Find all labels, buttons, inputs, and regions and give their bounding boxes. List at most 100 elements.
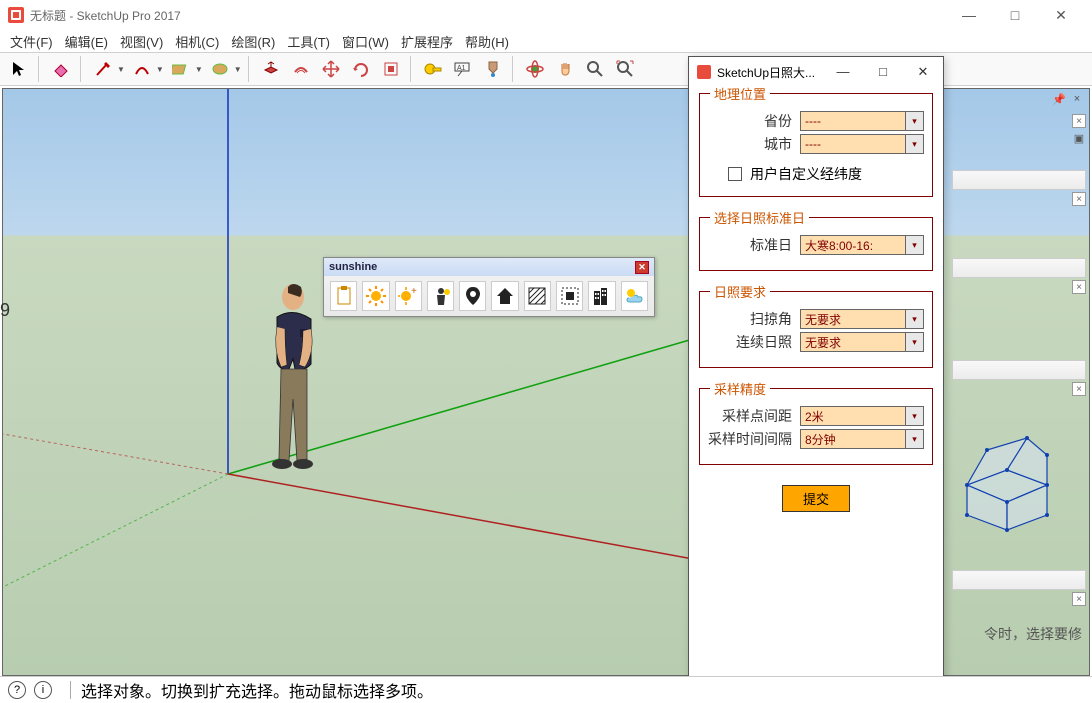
pushpull-tool-icon[interactable] [258,56,284,82]
chevron-down-icon[interactable]: ▾ [905,407,923,425]
tray-count: 9 [0,300,10,321]
scale-tool-icon[interactable] [378,56,404,82]
chevron-down-icon[interactable]: ▾ [905,430,923,448]
close-button[interactable]: ✕ [1038,0,1084,30]
pin-icon[interactable]: 📌 [1052,92,1066,106]
menu-help[interactable]: 帮助(H) [459,30,515,53]
chevron-down-icon[interactable]: ▾ [905,310,923,328]
fieldset-requirements: 日照要求 扫掠角 无要求▾ 连续日照 无要求▾ [699,291,933,368]
menu-edit[interactable]: 编辑(E) [59,30,114,53]
text-tool-icon[interactable]: A1 [450,56,476,82]
offset-tool-icon[interactable] [288,56,314,82]
tray-panel-stub-2[interactable] [952,258,1086,278]
window-title: 无标题 - SketchUp Pro 2017 [30,7,181,24]
svg-text:A1: A1 [457,65,466,72]
tray-expand-icon[interactable]: ▣ [1072,132,1086,146]
move-tool-icon[interactable] [318,56,344,82]
sunshine-sun-plus-icon[interactable]: + [395,281,422,311]
custom-latlng-checkbox[interactable] [728,167,742,181]
menu-window[interactable]: 窗口(W) [336,30,395,53]
city-label: 城市 [708,134,800,154]
menu-file[interactable]: 文件(F) [4,30,59,53]
submit-button[interactable]: 提交 [782,485,850,512]
continuous-select[interactable]: 无要求▾ [800,332,924,352]
sunshine-toolbar[interactable]: sunshine ✕ + [323,257,655,317]
zoom-extents-tool-icon[interactable] [612,56,638,82]
sunshine-close-icon[interactable]: ✕ [635,261,649,274]
standard-day-select[interactable]: 大寒8:00-16:▾ [800,235,924,255]
chevron-down-icon[interactable]: ▾ [905,112,923,130]
pan-tool-icon[interactable] [552,56,578,82]
dialog-maximize-button[interactable]: □ [871,64,895,80]
sunshine-weather-icon[interactable] [621,281,648,311]
rect-tool-icon[interactable] [168,56,194,82]
sunshine-home-icon[interactable] [491,281,518,311]
tray-panel-close-3[interactable]: × [1072,280,1086,294]
tray-panel-stub-1[interactable] [952,170,1086,190]
dialog-close-button[interactable]: ✕ [911,64,935,80]
sunshine-clipboard-icon[interactable] [330,281,357,311]
tray-panel-close-2[interactable]: × [1072,192,1086,206]
sunshine-sun-icon[interactable] [362,281,389,311]
continuous-label: 连续日照 [708,332,800,352]
tray-panel-stub-4[interactable] [952,570,1086,590]
chevron-down-icon[interactable]: ▾ [905,236,923,254]
sunshine-selection-icon[interactable] [556,281,583,311]
maximize-button[interactable]: □ [992,0,1038,30]
zoom-tool-icon[interactable] [582,56,608,82]
minimize-button[interactable]: — [946,0,992,30]
orbit-tool-icon[interactable] [522,56,548,82]
window-controls: — □ ✕ [946,0,1084,30]
select-tool-icon[interactable] [6,56,32,82]
sample-dist-select[interactable]: 2米▾ [800,406,924,426]
eraser-tool-icon[interactable] [48,56,74,82]
tape-tool-icon[interactable] [420,56,446,82]
fieldset-standard-day: 选择日照标准日 标准日 大寒8:00-16:▾ [699,217,933,271]
titlebar: 无标题 - SketchUp Pro 2017 — □ ✕ [0,0,1092,30]
tray-pin-controls: 📌 × [1052,92,1084,106]
sunshine-buildings-icon[interactable] [588,281,615,311]
dialog-titlebar[interactable]: SketchUp日照大... — □ ✕ [689,57,943,87]
arc-tool-icon[interactable] [129,56,155,82]
menu-camera[interactable]: 相机(C) [169,30,225,53]
tray-panel-close-4[interactable]: × [1072,382,1086,396]
dialog-app-icon [697,65,711,79]
standard-day-label: 标准日 [708,235,800,255]
province-select[interactable]: ----▾ [800,111,924,131]
help-icon[interactable]: ? [8,681,26,699]
menu-view[interactable]: 视图(V) [114,30,169,53]
circle-tool-icon[interactable] [207,56,233,82]
menu-draw[interactable]: 绘图(R) [225,30,281,53]
sweep-angle-select[interactable]: 无要求▾ [800,309,924,329]
paint-tool-icon[interactable] [480,56,506,82]
sunshine-person-icon[interactable] [427,281,454,311]
sunshine-location-icon[interactable] [459,281,486,311]
fieldset-sampling: 采样精度 采样点间距 2米▾ 采样时间间隔 8分钟▾ [699,388,933,465]
menu-tools[interactable]: 工具(T) [281,30,336,53]
tray-panel-stub-3[interactable] [952,360,1086,380]
sunshine-hatch-icon[interactable] [524,281,551,311]
sweep-angle-label: 扫掠角 [708,309,800,329]
rotate-tool-icon[interactable] [348,56,374,82]
dialog-minimize-button[interactable]: — [831,64,855,80]
legend-sampling: 采样精度 [710,379,770,398]
sunshine-title-label: sunshine [329,261,377,273]
dialog-title-label: SketchUp日照大... [717,64,815,81]
chevron-down-icon[interactable]: ▾ [905,135,923,153]
tray-panel-close-5[interactable]: × [1072,592,1086,606]
sunlight-dialog[interactable]: SketchUp日照大... — □ ✕ 地理位置 省份 ----▾ 城市 --… [688,56,944,680]
instructor-cube-icon [952,430,1062,540]
info-icon[interactable]: i [34,681,52,699]
tray-hint-text: 令时，选择要修 [984,624,1082,644]
city-select[interactable]: ----▾ [800,134,924,154]
legend-geo: 地理位置 [710,84,770,103]
province-label: 省份 [708,111,800,131]
tray-close-icon[interactable]: × [1070,92,1084,106]
line-tool-icon[interactable] [90,56,116,82]
tray-panel-close-1[interactable]: × [1072,114,1086,128]
sample-time-select[interactable]: 8分钟▾ [800,429,924,449]
sunshine-toolbar-title[interactable]: sunshine ✕ [324,258,654,276]
menubar: 文件(F) 编辑(E) 视图(V) 相机(C) 绘图(R) 工具(T) 窗口(W… [0,30,1092,52]
chevron-down-icon[interactable]: ▾ [905,333,923,351]
menu-extensions[interactable]: 扩展程序 [395,30,459,53]
